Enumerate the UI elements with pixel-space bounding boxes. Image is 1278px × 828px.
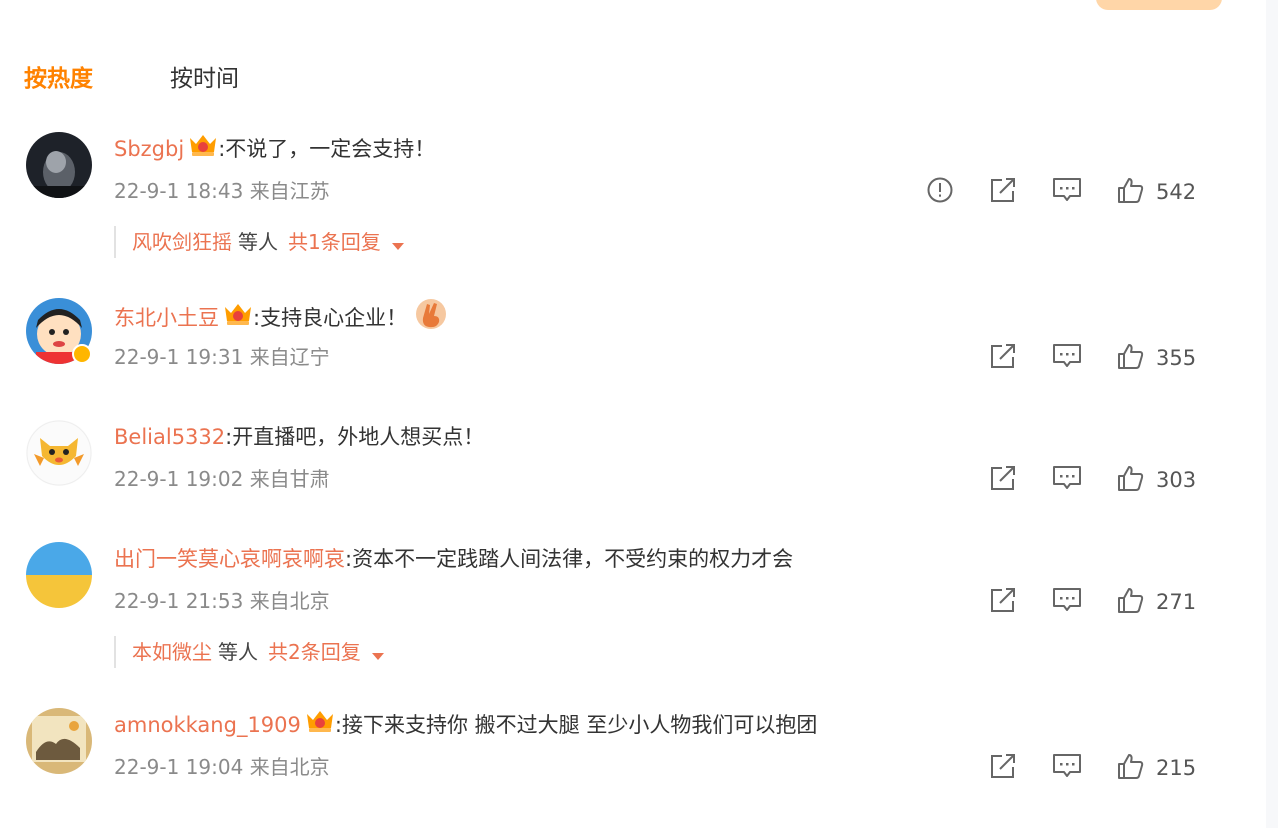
- username[interactable]: Belial5332: [114, 425, 225, 449]
- comment-button[interactable]: [1052, 464, 1082, 496]
- comment-line: 东北小土豆 :支持良心企业！: [114, 298, 449, 332]
- verified-badge-icon: [72, 344, 92, 364]
- timestamp: 22-9-1 21:53: [114, 589, 244, 613]
- comment-button[interactable]: [1052, 586, 1082, 618]
- comment-text: :资本不一定践踏人间法律，不受约束的权力才会: [345, 547, 794, 571]
- timestamp: 22-9-1 19:02: [114, 467, 244, 491]
- caret-down-icon: [371, 638, 385, 670]
- location: 来自北京: [249, 755, 330, 779]
- location: 来自辽宁: [249, 345, 330, 369]
- comment-text: :接下来支持你 搬不过大腿 至少小人物我们可以抱团: [334, 713, 818, 737]
- comment-meta: 22-9-1 18:43 来自江苏: [114, 176, 330, 206]
- share-icon: [988, 464, 1018, 496]
- comment-icon: [1052, 342, 1082, 374]
- share-icon: [988, 342, 1018, 374]
- comment-line: 出门一笑莫心哀啊哀啊哀:资本不一定践踏人间法律，不受约束的权力才会: [114, 542, 793, 576]
- location: 来自江苏: [249, 179, 330, 203]
- like-count: 303: [1156, 468, 1197, 492]
- comment-icon: [1052, 176, 1082, 208]
- share-button[interactable]: [988, 176, 1018, 208]
- timestamp: 22-9-1 19:31: [114, 345, 244, 369]
- comment-actions: 271: [988, 586, 1226, 618]
- crown-icon: [188, 132, 218, 168]
- report-button[interactable]: [926, 176, 954, 208]
- like-button[interactable]: 542: [1116, 176, 1196, 208]
- timestamp: 22-9-1 18:43: [114, 179, 244, 203]
- comment-meta: 22-9-1 21:53 来自北京: [114, 586, 330, 616]
- reply-total-link[interactable]: 共1条回复: [288, 230, 381, 254]
- reply-summary[interactable]: 风吹剑狂摇 等人 共1条回复: [114, 226, 405, 258]
- like-count: 271: [1156, 590, 1197, 614]
- comment-icon: [1052, 586, 1082, 618]
- reply-summary[interactable]: 本如微尘 等人 共2条回复: [114, 636, 385, 668]
- comment-text: :开直播吧，外地人想买点！: [225, 425, 485, 449]
- like-count: 355: [1156, 346, 1197, 370]
- location: 来自北京: [249, 589, 330, 613]
- reply-others-label: 等人: [238, 230, 278, 254]
- like-button[interactable]: 303: [1116, 464, 1196, 496]
- avatar[interactable]: [26, 420, 92, 486]
- report-icon: [926, 176, 954, 208]
- share-icon: [988, 752, 1018, 784]
- thumbs-up-icon: [1116, 586, 1144, 618]
- reply-total-link[interactable]: 共2条回复: [268, 640, 361, 664]
- comment-button[interactable]: [1052, 342, 1082, 374]
- comment-meta: 22-9-1 19:31 来自辽宁: [114, 342, 330, 372]
- crown-icon: [223, 301, 253, 337]
- share-button[interactable]: [988, 586, 1018, 618]
- top-action-button[interactable]: [1096, 0, 1222, 10]
- comment-actions: 303: [988, 464, 1226, 496]
- avatar[interactable]: [26, 132, 92, 198]
- like-count: 542: [1156, 180, 1197, 204]
- like-count: 215: [1156, 756, 1197, 780]
- username[interactable]: 东北小土豆: [114, 306, 219, 330]
- comments-panel: 按热度 按时间 Sbzgbj :不说了，一定会支持！ 22-9-1 18:43 来…: [0, 0, 1266, 828]
- comment-button[interactable]: [1052, 752, 1082, 784]
- victory-hand-emoji: [413, 298, 449, 340]
- comment-text: :不说了，一定会支持！: [218, 137, 436, 161]
- thumbs-up-icon: [1116, 752, 1144, 784]
- share-button[interactable]: [988, 464, 1018, 496]
- tab-sort-by-time[interactable]: 按时间: [170, 62, 239, 96]
- caret-down-icon: [391, 228, 405, 260]
- comment-icon: [1052, 752, 1082, 784]
- comment-line: Sbzgbj :不说了，一定会支持！: [114, 132, 435, 166]
- thumbs-up-icon: [1116, 464, 1144, 496]
- comment-button[interactable]: [1052, 176, 1082, 208]
- timestamp: 22-9-1 19:04: [114, 755, 244, 779]
- reply-username[interactable]: 本如微尘: [132, 640, 212, 664]
- comment-actions: 355: [988, 342, 1226, 374]
- thumbs-up-icon: [1116, 342, 1144, 374]
- thumbs-up-icon: [1116, 176, 1144, 208]
- share-button[interactable]: [988, 342, 1018, 374]
- reply-username[interactable]: 风吹剑狂摇: [132, 230, 232, 254]
- comment-line: Belial5332:开直播吧，外地人想买点！: [114, 420, 484, 454]
- comment-text: :支持良心企业！: [253, 306, 408, 330]
- username[interactable]: Sbzgbj: [114, 137, 184, 161]
- comment-meta: 22-9-1 19:02 来自甘肃: [114, 464, 330, 494]
- like-button[interactable]: 271: [1116, 586, 1196, 618]
- like-button[interactable]: 215: [1116, 752, 1196, 784]
- avatar[interactable]: [26, 542, 92, 608]
- tab-sort-by-hot[interactable]: 按热度: [24, 62, 93, 96]
- share-icon: [988, 586, 1018, 618]
- username[interactable]: amnokkang_1909: [114, 713, 301, 737]
- share-button[interactable]: [988, 752, 1018, 784]
- crown-icon: [305, 708, 335, 744]
- comment-actions: 542: [926, 176, 1226, 208]
- comment-line: amnokkang_1909 :接下来支持你 搬不过大腿 至少小人物我们可以抱团: [114, 708, 817, 742]
- comment-meta: 22-9-1 19:04 来自北京: [114, 752, 330, 782]
- avatar[interactable]: [26, 708, 92, 774]
- reply-others-label: 等人: [218, 640, 258, 664]
- share-icon: [988, 176, 1018, 208]
- location: 来自甘肃: [249, 467, 330, 491]
- comment-icon: [1052, 464, 1082, 496]
- username[interactable]: 出门一笑莫心哀啊哀啊哀: [114, 547, 345, 571]
- comment-actions: 215: [988, 752, 1226, 784]
- like-button[interactable]: 355: [1116, 342, 1196, 374]
